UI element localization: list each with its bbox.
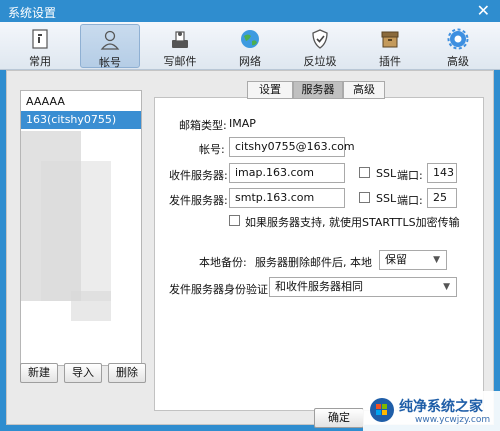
- plugin-icon: [381, 31, 399, 48]
- toolbar-item-advanced[interactable]: 高级: [428, 24, 488, 68]
- windows-logo-icon: [370, 398, 394, 422]
- redacted-area: [71, 291, 111, 321]
- outgoing-ssl-checkbox[interactable]: [359, 192, 370, 203]
- incoming-ssl-label: SSL: [376, 167, 397, 180]
- outgoing-ssl-label: SSL: [376, 192, 397, 205]
- toolbar-item-plugin[interactable]: 插件: [360, 24, 420, 68]
- document-icon: [32, 29, 48, 49]
- tab-server[interactable]: 服务器: [293, 81, 343, 99]
- local-backup-label: 本地备份:: [199, 256, 247, 269]
- shield-icon: [312, 29, 328, 49]
- watermark-text: 纯净系统之家: [399, 399, 483, 415]
- incoming-port-field[interactable]: 143: [427, 163, 457, 183]
- close-icon[interactable]: ✕: [477, 1, 490, 20]
- toolbar-item-compose[interactable]: 写邮件: [150, 24, 210, 68]
- incoming-ssl-checkbox[interactable]: [359, 167, 370, 178]
- ok-button[interactable]: 确定: [314, 408, 364, 428]
- toolbar-label: 插件: [379, 55, 401, 68]
- account-item-selected[interactable]: 163(citshy0755): [21, 111, 141, 129]
- tab-advanced[interactable]: 高级: [343, 81, 385, 99]
- outgoing-port-field[interactable]: 25: [427, 188, 457, 208]
- new-account-button[interactable]: 新建: [20, 363, 58, 383]
- starttls-label: 如果服务器支持, 就使用STARTTLS加密传输: [245, 216, 460, 229]
- smtp-auth-select[interactable]: 和收件服务器相同 ▼: [269, 277, 457, 297]
- toolbar-item-network[interactable]: 网络: [220, 24, 280, 68]
- smtp-auth-label: 发件服务器身份验证:: [169, 283, 272, 296]
- window-title: 系统设置: [8, 6, 57, 20]
- settings-toolbar: 常用 帐号 写邮件 网络 反垃圾 插件 高级: [0, 22, 500, 70]
- backup-select[interactable]: 保留 ▼: [379, 250, 447, 270]
- toolbar-item-account[interactable]: 帐号: [80, 24, 140, 69]
- smtp-auth-select-value: 和收件服务器相同: [275, 280, 363, 293]
- incoming-server-label: 收件服务器:: [169, 169, 228, 182]
- toolbar-label: 写邮件: [163, 55, 197, 68]
- local-backup-desc: 服务器删除邮件后, 本地: [255, 256, 372, 269]
- toolbar-label: 高级: [447, 55, 469, 68]
- mailbox-type-label: 邮箱类型:: [179, 119, 227, 132]
- account-label: 帐号:: [199, 143, 225, 156]
- toolbar-label: 常用: [29, 55, 51, 68]
- watermark-url: www.ycwjzy.com: [415, 415, 491, 425]
- outgoing-server-label: 发件服务器:: [169, 194, 228, 207]
- outgoing-port-label: 端口:: [397, 194, 423, 207]
- globe-icon: [241, 30, 259, 48]
- starttls-checkbox[interactable]: [229, 215, 240, 226]
- toolbar-label: 反垃圾: [303, 55, 337, 68]
- account-item[interactable]: AAAAA: [21, 93, 141, 111]
- account-field[interactable]: citshy0755@163.com: [229, 137, 355, 157]
- compose-icon: [172, 31, 188, 48]
- mailbox-type-value: IMAP: [229, 117, 256, 130]
- account-list: AAAAA 163(citshy0755): [20, 90, 142, 366]
- chevron-down-icon: ▼: [433, 255, 440, 265]
- user-icon: [100, 30, 120, 50]
- gear-icon: [447, 28, 469, 50]
- redacted-area: [41, 161, 111, 301]
- toolbar-item-antispam[interactable]: 反垃圾: [290, 24, 350, 68]
- backup-select-value: 保留: [385, 253, 407, 266]
- outgoing-server-field[interactable]: smtp.163.com: [229, 188, 345, 208]
- incoming-port-label: 端口:: [397, 169, 423, 182]
- import-button[interactable]: 导入: [64, 363, 102, 383]
- settings-window: 系统设置 ✕ 常用 帐号 写邮件 网络 反垃圾 插件 高级 AAAAA 163(…: [0, 0, 500, 431]
- toolbar-label: 网络: [239, 55, 261, 68]
- chevron-down-icon: ▼: [443, 282, 450, 292]
- toolbar-label: 帐号: [99, 56, 121, 69]
- tab-settings[interactable]: 设置: [247, 81, 293, 99]
- incoming-server-field[interactable]: imap.163.com: [229, 163, 345, 183]
- title-bar: 系统设置 ✕: [0, 0, 500, 22]
- settings-content: AAAAA 163(citshy0755) 新建 导入 删除 设置 服务器 高级…: [6, 70, 494, 428]
- delete-button[interactable]: 删除: [108, 363, 146, 383]
- toolbar-item-general[interactable]: 常用: [10, 24, 70, 68]
- watermark: 纯净系统之家 www.ycwjzy.com: [363, 391, 500, 431]
